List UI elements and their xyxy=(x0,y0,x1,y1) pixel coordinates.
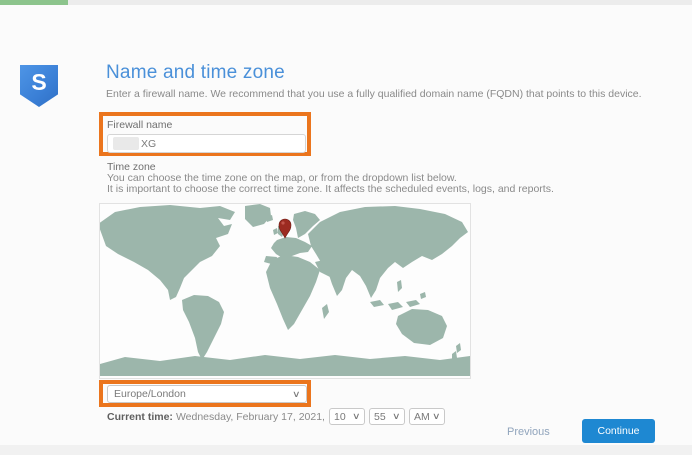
meridiem-select[interactable]: AM ∨ xyxy=(409,408,445,425)
current-time-label: Current time: xyxy=(107,411,173,423)
firewall-name-value: XG xyxy=(141,138,156,150)
chevron-down-icon: ∨ xyxy=(432,411,441,422)
firewall-name-input[interactable]: XG xyxy=(107,134,306,153)
minute-select-value: 55 xyxy=(374,411,386,423)
meridiem-select-value: AM xyxy=(414,411,430,423)
chevron-down-icon: ∨ xyxy=(292,389,301,400)
timezone-highlight-box: Europe/London ∨ xyxy=(99,380,311,407)
sophos-logo: S xyxy=(20,65,58,107)
redacted-text-block xyxy=(113,137,139,150)
sophos-logo-letter: S xyxy=(31,65,46,99)
current-time-row: Current time: Wednesday, February 17, 20… xyxy=(107,408,445,425)
timezone-select[interactable]: Europe/London ∨ xyxy=(107,385,307,403)
wizard-progress-fill xyxy=(0,0,68,5)
wizard-progress-track xyxy=(0,0,692,5)
page-subtitle: Enter a firewall name. We recommend that… xyxy=(106,88,642,100)
world-map[interactable] xyxy=(99,203,471,379)
continue-button[interactable]: Continue xyxy=(582,419,655,443)
minute-select[interactable]: 55 ∨ xyxy=(369,408,405,425)
world-map-graphic xyxy=(100,204,470,378)
current-time-date: Wednesday, February 17, 2021, xyxy=(176,411,325,423)
chevron-down-icon: ∨ xyxy=(392,411,401,422)
bottom-strip xyxy=(0,445,692,455)
page-title: Name and time zone xyxy=(106,62,285,84)
hour-select-value: 10 xyxy=(334,411,346,423)
timezone-select-value: Europe/London xyxy=(114,388,186,400)
hour-select[interactable]: 10 ∨ xyxy=(329,408,365,425)
chevron-down-icon: ∨ xyxy=(352,411,361,422)
timezone-description-line2: It is important to choose the correct ti… xyxy=(107,183,554,195)
setup-wizard-page: S Name and time zone Enter a firewall na… xyxy=(0,0,692,455)
firewall-name-highlight-box: Firewall name XG xyxy=(99,112,311,156)
previous-link[interactable]: Previous xyxy=(507,426,550,438)
firewall-name-label: Firewall name xyxy=(107,119,307,131)
